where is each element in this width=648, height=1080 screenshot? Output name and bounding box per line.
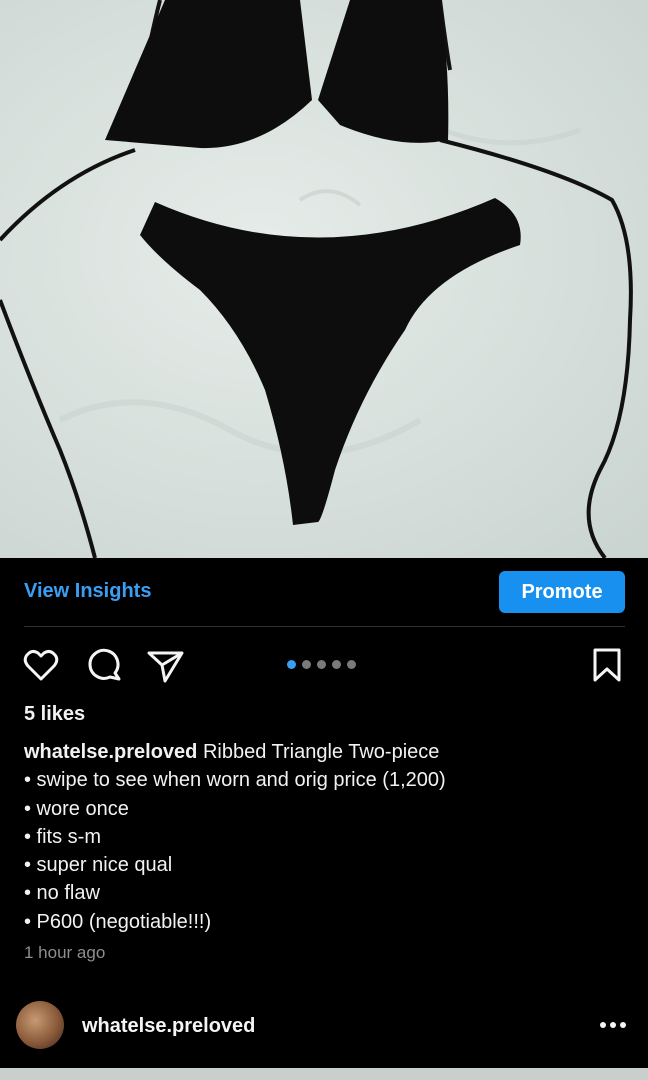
more-horizontal-icon[interactable] <box>596 1010 632 1040</box>
bookmark-icon[interactable] <box>587 645 627 685</box>
caption-username[interactable]: whatelse.preloved <box>24 741 197 763</box>
caption-title: Ribbed Triangle Two-piece <box>202 741 440 763</box>
caption-line: • P600 (negotiable!!!) <box>24 910 212 933</box>
comment-icon[interactable] <box>84 645 124 685</box>
send-icon[interactable] <box>146 645 186 685</box>
carousel-indicator <box>287 660 356 669</box>
footer-username[interactable]: whatelse.preloved <box>82 1015 255 1038</box>
action-bar <box>0 640 648 690</box>
carousel-dot <box>317 660 326 669</box>
insights-bar: View Insights Promote <box>0 558 648 626</box>
promote-button[interactable]: Promote <box>499 571 625 613</box>
carousel-dot <box>332 660 341 669</box>
view-insights-link[interactable]: View Insights <box>24 580 151 603</box>
caption-line: • swipe to see when worn and orig price … <box>24 769 446 792</box>
caption-line: • fits s-m <box>24 825 101 848</box>
next-post-header: whatelse.preloved <box>0 996 648 1056</box>
heart-icon[interactable] <box>21 645 61 685</box>
next-post-photo-edge <box>0 1068 648 1080</box>
carousel-dot <box>347 660 356 669</box>
post-timestamp: 1 hour ago <box>24 943 106 962</box>
bikini-photo-illustration <box>0 0 633 558</box>
caption-line: • no flaw <box>24 882 100 905</box>
caption-line: • super nice qual <box>24 854 173 877</box>
post-photo[interactable] <box>0 0 648 558</box>
carousel-dot <box>302 660 311 669</box>
divider <box>24 626 625 627</box>
likes-count[interactable]: 5 likes <box>24 703 85 726</box>
caption-line: • wore once <box>24 797 129 820</box>
post-caption: whatelse.preloved Ribbed Triangle Two-pi… <box>24 738 624 936</box>
avatar[interactable] <box>16 1001 64 1049</box>
carousel-dot <box>287 660 296 669</box>
